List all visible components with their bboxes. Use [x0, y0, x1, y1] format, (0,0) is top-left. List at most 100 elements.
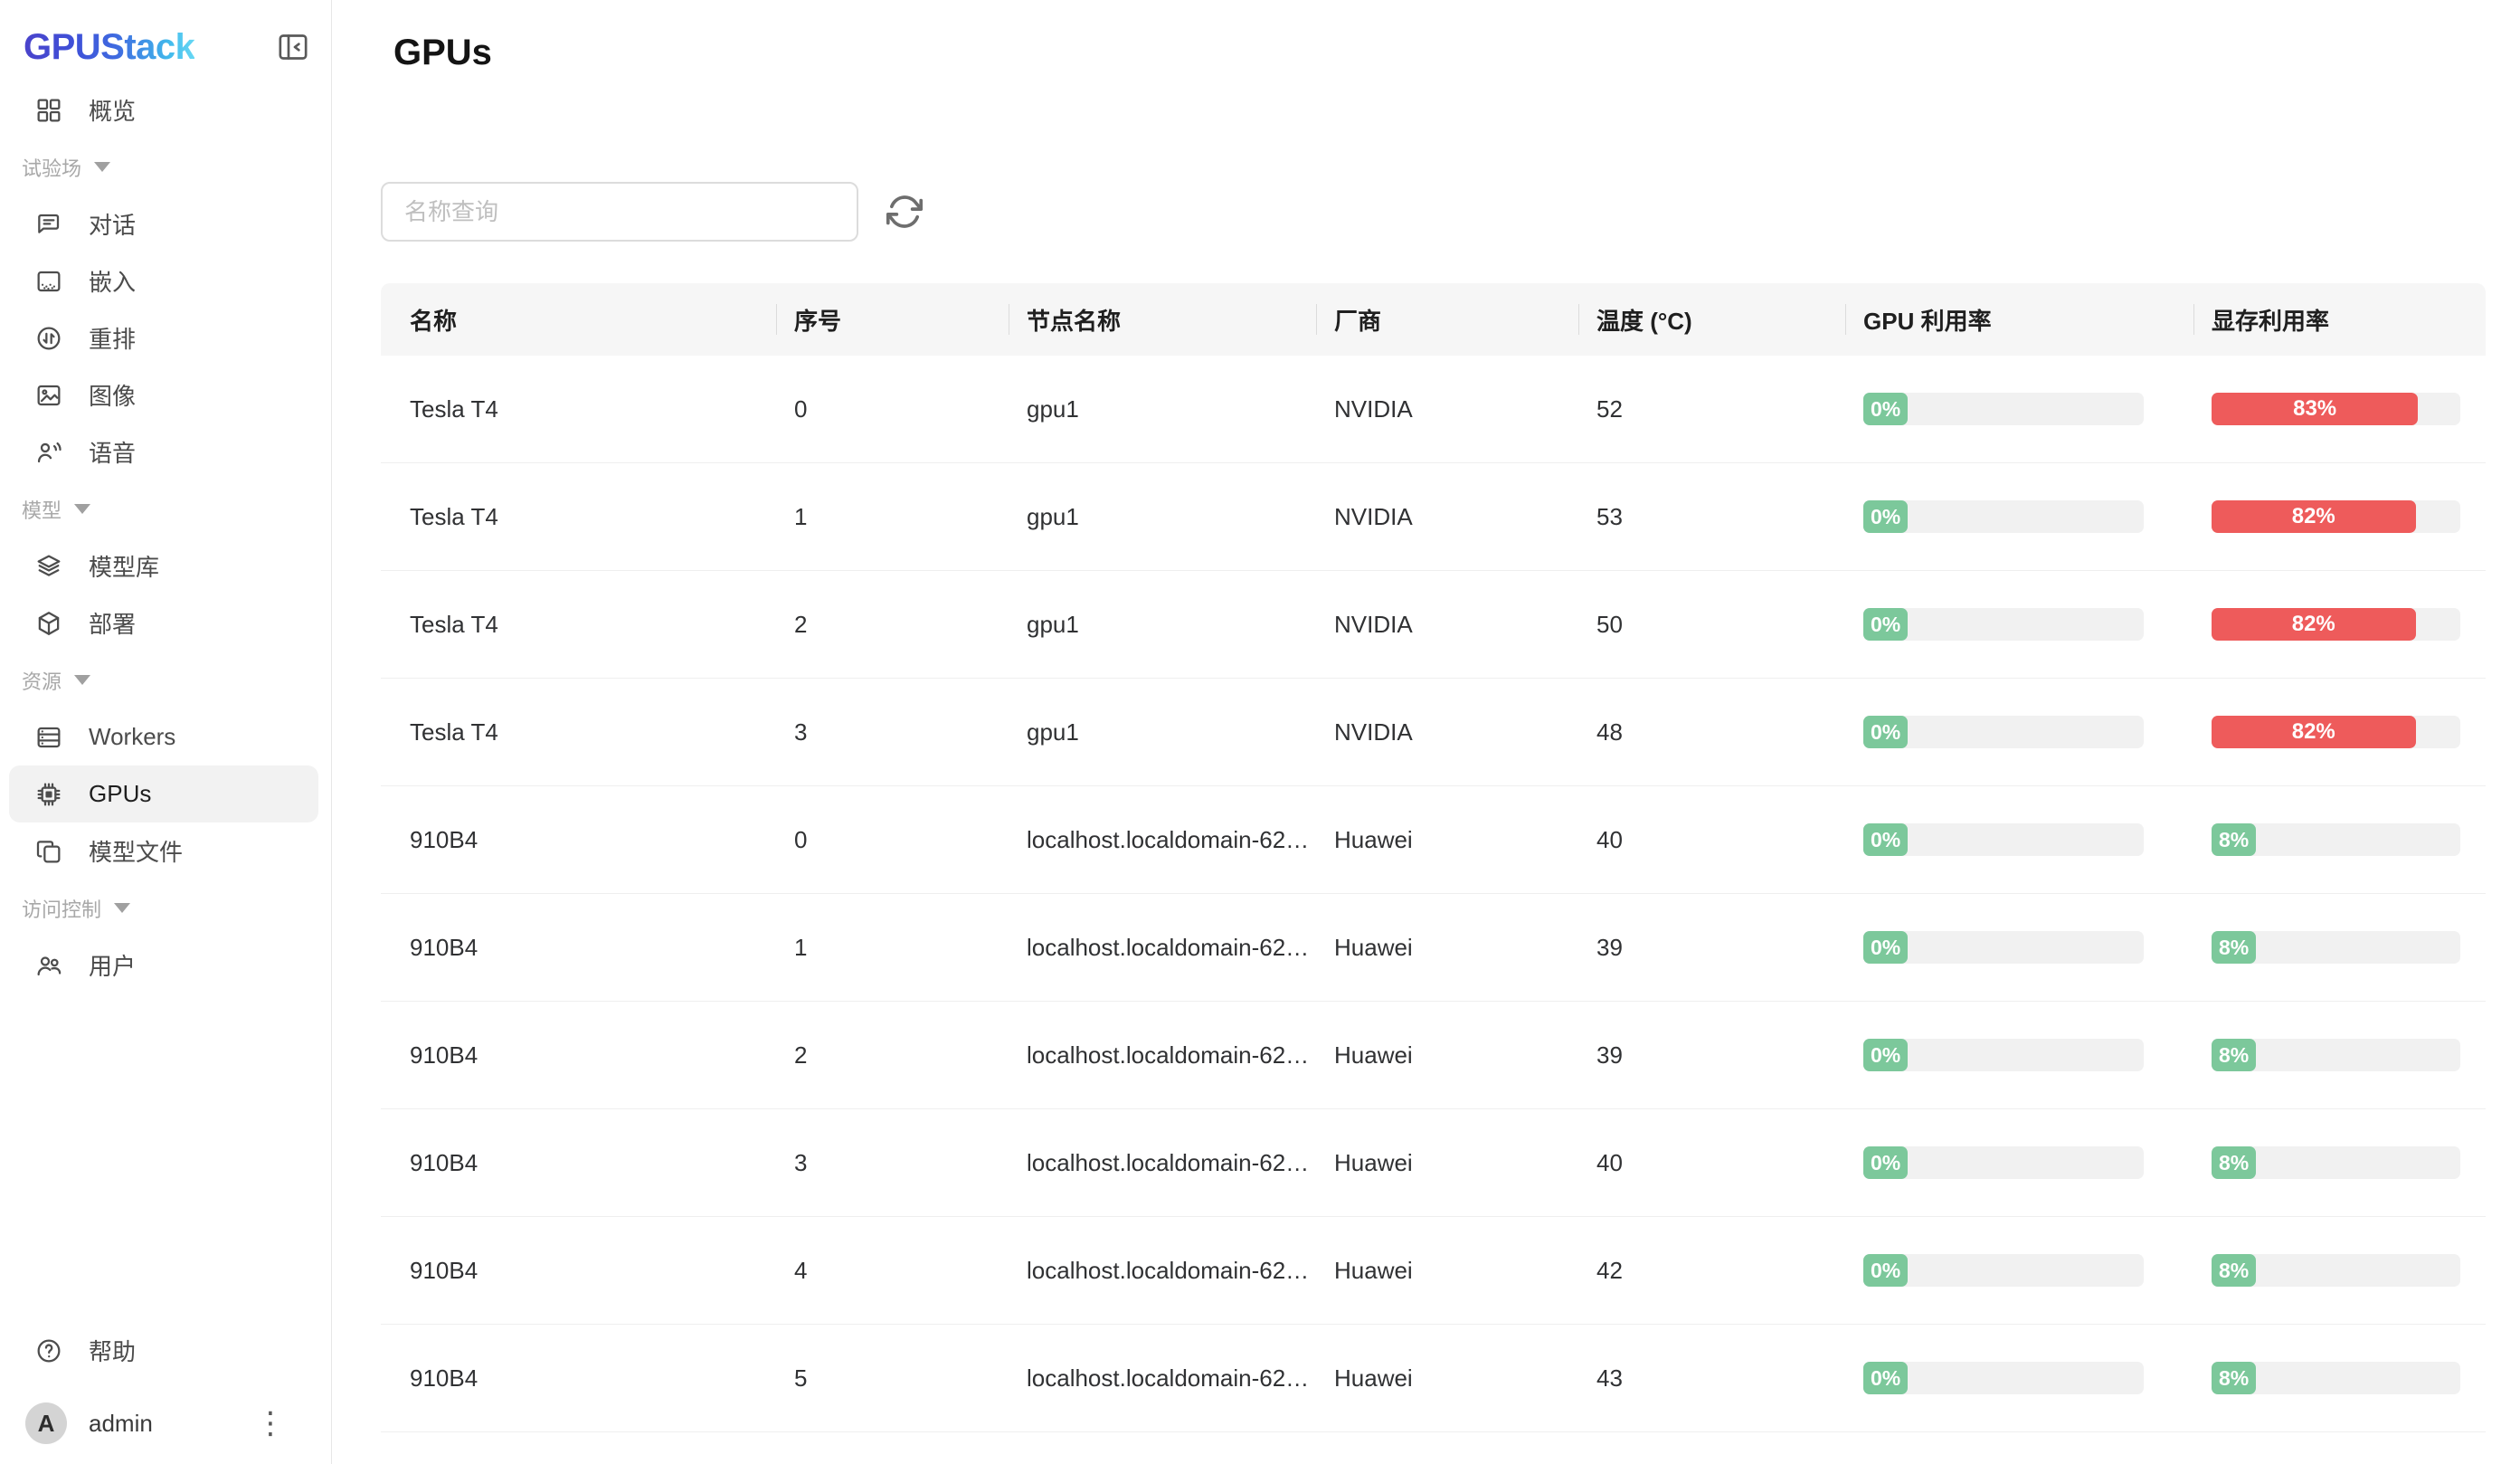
cell-index: 2	[776, 1041, 1009, 1069]
gpu-util-bar: 0%	[1863, 500, 2144, 533]
cell-index: 4	[776, 1257, 1009, 1285]
gpu-util-bar: 0%	[1863, 1362, 2144, 1394]
vram-util-bar: 8%	[2212, 1039, 2460, 1071]
sidebar-item-label: Workers	[89, 723, 175, 751]
user-menu[interactable]: A admin ⋮	[9, 1392, 318, 1455]
sidebar-item-label: 嵌入	[89, 264, 136, 298]
collapse-sidebar-button[interactable]	[275, 29, 311, 65]
sidebar-item-model-files[interactable]: 模型文件	[9, 822, 318, 879]
vram-util-bar: 8%	[2212, 1362, 2460, 1394]
cell-index: 1	[776, 503, 1009, 531]
sidebar-section-playground[interactable]: 试验场	[0, 138, 331, 195]
chevron-down-icon	[114, 903, 130, 913]
sidebar-item-label: 语音	[89, 435, 136, 469]
cell-vram_util: 8%	[2193, 1254, 2486, 1287]
rerank-icon	[34, 324, 63, 353]
util-badge: 8%	[2212, 823, 2256, 856]
page-title: GPUs	[381, 33, 2520, 73]
gpu-util-bar: 0%	[1863, 1039, 2144, 1071]
header-cell-vendor: 厂商	[1316, 303, 1578, 337]
table-row: 910B45localhost.localdomain-62490Huawei4…	[381, 1325, 2486, 1432]
sidebar-item-deployments[interactable]: 部署	[9, 594, 318, 651]
util-badge: 8%	[2212, 1362, 2256, 1394]
util-badge: 8%	[2212, 1146, 2256, 1179]
util-bar-fill: 83%	[2212, 393, 2418, 425]
cell-gpu_util: 0%	[1845, 823, 2193, 856]
cell-vram_util: 8%	[2193, 823, 2486, 856]
sidebar-nav: 概览试验场对话嵌入重排图像语音模型模型库部署资源 Workers GPUs模型文件访…	[0, 81, 331, 993]
avatar: A	[25, 1402, 67, 1444]
cell-vendor: Huawei	[1316, 1041, 1578, 1069]
util-badge: 0%	[1863, 608, 1908, 641]
cell-vendor: NVIDIA	[1316, 395, 1578, 423]
sidebar-section-models[interactable]: 模型	[0, 480, 331, 537]
cell-name: 910B4	[381, 1364, 776, 1393]
cell-node: gpu1	[1009, 611, 1316, 639]
vram-util-bar: 83%	[2212, 393, 2460, 425]
sidebar-item-model-catalog[interactable]: 模型库	[9, 537, 318, 594]
sidebar-item-label: 重排	[89, 321, 136, 355]
header-cell-vram_util: 显存利用率	[2193, 303, 2486, 337]
sidebar-item-embedding[interactable]: 嵌入	[9, 252, 318, 309]
cell-gpu_util: 0%	[1845, 608, 2193, 641]
chevron-down-icon	[94, 162, 110, 172]
chevron-down-icon	[74, 504, 90, 514]
sidebar-item-label: 概览	[89, 93, 136, 127]
chat-icon	[34, 210, 63, 239]
table-row: 910B41localhost.localdomain-62490Huawei3…	[381, 894, 2486, 1002]
util-badge: 0%	[1863, 931, 1908, 964]
cell-vram_util: 8%	[2193, 1362, 2486, 1394]
sidebar-item-label: 帮助	[89, 1334, 136, 1367]
search-input[interactable]	[381, 182, 858, 242]
cell-vram_util: 8%	[2193, 931, 2486, 964]
sidebar-item-overview[interactable]: 概览	[9, 81, 318, 138]
header-cell-name: 名称	[381, 303, 776, 337]
sidebar-item-label: 用户	[89, 948, 136, 982]
cell-node: localhost.localdomain-62490	[1009, 1257, 1316, 1285]
vram-util-bar: 8%	[2212, 931, 2460, 964]
cell-name: 910B4	[381, 934, 776, 962]
refresh-button[interactable]	[884, 191, 925, 233]
brand-logo: GPUStack	[24, 27, 194, 68]
util-badge: 8%	[2212, 1254, 2256, 1287]
users-icon	[34, 951, 63, 980]
cell-vram_util: 8%	[2193, 1146, 2486, 1179]
sidebar-item-chat[interactable]: 对话	[9, 195, 318, 252]
vram-util-bar: 82%	[2212, 608, 2460, 641]
cell-vendor: Huawei	[1316, 826, 1578, 854]
sidebar-item-help[interactable]: 帮助	[9, 1322, 318, 1379]
vram-util-bar: 8%	[2212, 1254, 2460, 1287]
section-label: 资源	[22, 666, 62, 695]
kebab-menu-icon[interactable]: ⋮	[255, 1408, 286, 1439]
cell-temp: 39	[1578, 1041, 1845, 1069]
util-badge: 0%	[1863, 393, 1908, 425]
user-name: admin	[89, 1410, 233, 1438]
sidebar-item-gpus[interactable]: GPUs	[9, 765, 318, 822]
cell-gpu_util: 0%	[1845, 500, 2193, 533]
sidebar-section-access-control[interactable]: 访问控制	[0, 879, 331, 936]
sidebar-item-label: 图像	[89, 378, 136, 412]
table-row: 910B43localhost.localdomain-62490Huawei4…	[381, 1109, 2486, 1217]
sidebar-item-voice[interactable]: 语音	[9, 423, 318, 480]
gpu-util-bar: 0%	[1863, 608, 2144, 641]
gpu-util-bar: 0%	[1863, 1146, 2144, 1179]
voice-icon	[34, 438, 63, 467]
sidebar-item-rerank[interactable]: 重排	[9, 309, 318, 366]
gpu-util-bar: 0%	[1863, 931, 2144, 964]
sidebar-item-workers[interactable]: Workers	[9, 708, 318, 765]
util-badge: 0%	[1863, 823, 1908, 856]
refresh-icon	[884, 191, 925, 233]
sidebar-item-users[interactable]: 用户	[9, 936, 318, 993]
util-badge: 0%	[1863, 500, 1908, 533]
sidebar-item-image[interactable]: 图像	[9, 366, 318, 423]
util-badge: 0%	[1863, 1146, 1908, 1179]
table-row: Tesla T41gpu1NVIDIA530%82%	[381, 463, 2486, 571]
sidebar-section-resources[interactable]: 资源	[0, 651, 331, 708]
util-bar-fill: 82%	[2212, 608, 2416, 641]
cell-vendor: Huawei	[1316, 1364, 1578, 1393]
table-row: 910B44localhost.localdomain-62490Huawei4…	[381, 1217, 2486, 1325]
vram-util-bar: 8%	[2212, 1146, 2460, 1179]
cell-vendor: Huawei	[1316, 1257, 1578, 1285]
gpu-util-bar: 0%	[1863, 393, 2144, 425]
section-label: 访问控制	[22, 894, 101, 923]
